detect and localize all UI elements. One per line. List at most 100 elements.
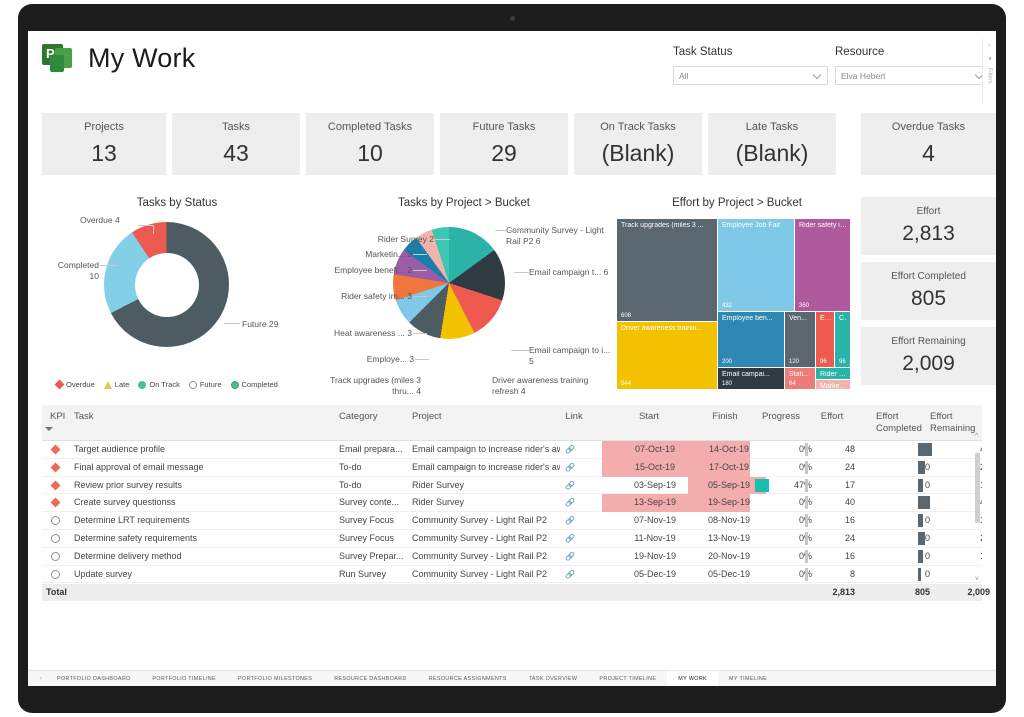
tasks-by-project-bucket-chart[interactable]: Tasks by Project > Bucket Community Surv…: [314, 197, 614, 397]
column-header-effort[interactable]: Effort: [809, 411, 855, 422]
cell-finish: 17-Oct-19: [700, 462, 758, 472]
scroll-up-arrow[interactable]: ^: [975, 433, 978, 440]
slicer-resource[interactable]: Resource Elva Hebert: [835, 46, 990, 85]
treemap-cell[interactable]: Employee ben...200: [718, 312, 784, 367]
scroll-down-arrow[interactable]: ˅: [975, 576, 979, 583]
slicer-resource-dropdown[interactable]: Elva Hebert: [835, 66, 990, 85]
sort-caret-icon[interactable]: [45, 427, 53, 431]
treemap-cell[interactable]: Track upgrades (miles 3 ...608: [617, 219, 717, 321]
cell-task: Update survey: [74, 569, 336, 579]
legend-item-late[interactable]: Late: [104, 380, 130, 389]
cell-project: Community Survey - Light Rail P2: [412, 569, 560, 579]
donut-ring[interactable]: [104, 222, 229, 347]
report-tab-task-overview[interactable]: TASK OVERVIEW: [518, 671, 589, 687]
report-tab-bar[interactable]: ‹ PORTFOLIO DASHBOARDPORTFOLIO TIMELINEP…: [28, 670, 996, 686]
report-tab-portfolio-dashboard[interactable]: PORTFOLIO DASHBOARD: [46, 671, 141, 687]
effort-by-project-bucket-chart[interactable]: Effort by Project > Bucket Track upgrade…: [617, 197, 857, 397]
treemap-grid[interactable]: Track upgrades (miles 3 ...608Driver awa…: [617, 219, 850, 389]
link-icon[interactable]: 🔗: [565, 445, 575, 454]
task-table[interactable]: KPITaskCategoryProjectLinkStartFinishPro…: [42, 405, 982, 601]
cell-project: Rider Survey: [412, 497, 560, 507]
column-header-effort-completed[interactable]: Effort Completed: [876, 411, 930, 435]
cell-start: 13-Sep-19: [624, 497, 686, 507]
cell-task: Determine safety requirements: [74, 533, 336, 543]
column-header-progress[interactable]: Progress: [750, 411, 812, 422]
treemap-cell-label: Rider Survey: [820, 371, 847, 378]
link-icon[interactable]: 🔗: [565, 552, 575, 561]
effort-card-effort[interactable]: Effort2,813: [861, 197, 996, 255]
link-icon[interactable]: 🔗: [565, 534, 575, 543]
report-tab-portfolio-milestones[interactable]: PORTFOLIO MILESTONES: [227, 671, 323, 687]
treemap-cell[interactable]: Employee Job Fair432: [718, 219, 794, 311]
pie-label-1: Email campaign t... 6: [529, 267, 609, 278]
treemap-cell[interactable]: Marketing ...: [816, 380, 850, 389]
link-icon[interactable]: 🔗: [565, 463, 575, 472]
report-tab-my-work[interactable]: MY WORK: [667, 671, 718, 687]
link-icon[interactable]: 🔗: [565, 570, 575, 579]
filters-pane-collapsed[interactable]: ‹ ◂ Filters: [982, 39, 996, 104]
column-header-start[interactable]: Start: [618, 411, 680, 422]
treemap-cell-value: 608: [621, 313, 631, 319]
effort-card-effort-remaining[interactable]: Effort Remaining2,009: [861, 327, 996, 385]
slicer-task-status-dropdown[interactable]: All: [673, 66, 828, 85]
kpi-card-late-tasks[interactable]: Late Tasks(Blank): [708, 113, 836, 175]
link-icon[interactable]: 🔗: [565, 481, 575, 490]
treemap-cell[interactable]: Driver awareness trainin...544: [617, 322, 717, 389]
scrollbar-thumb[interactable]: [975, 453, 980, 523]
legend-item-future[interactable]: Future: [189, 380, 222, 389]
column-header-finish[interactable]: Finish: [696, 411, 754, 422]
column-header-category[interactable]: Category: [339, 411, 409, 422]
table-row[interactable]: Target audience profileEmail prepara...E…: [42, 441, 982, 459]
kpi-overdue-icon: [51, 462, 61, 472]
table-row[interactable]: Final approval of email messageTo-doEmai…: [42, 459, 982, 477]
collapse-chevron-icon[interactable]: ‹: [989, 43, 991, 49]
tab-prev-arrow-icon[interactable]: ‹: [36, 676, 46, 682]
legend-label: Completed: [242, 380, 278, 389]
legend-item-completed[interactable]: Completed: [231, 380, 278, 389]
effort-card-effort-completed[interactable]: Effort Completed805: [861, 262, 996, 320]
treemap-cell[interactable]: Em...96: [816, 312, 834, 367]
table-row[interactable]: Determine safety requirementsSurvey Focu…: [42, 530, 982, 548]
treemap-cell[interactable]: Co...96: [835, 312, 850, 367]
legend-item-overdue[interactable]: Overdue: [56, 380, 95, 389]
slicer-task-status[interactable]: Task Status All: [673, 46, 828, 85]
table-scrollbar[interactable]: ^ ˅: [975, 443, 980, 573]
column-header-task[interactable]: Task: [74, 411, 274, 422]
report-tab-portfolio-timeline[interactable]: PORTFOLIO TIMELINE: [141, 671, 227, 687]
link-icon[interactable]: 🔗: [565, 516, 575, 525]
treemap-cell[interactable]: Rider safety im...360: [795, 219, 850, 311]
cell-start: 19-Nov-19: [624, 551, 686, 561]
column-header-project[interactable]: Project: [412, 411, 512, 422]
column-header-effort-remaining[interactable]: Effort Remaining: [930, 411, 988, 435]
table-row[interactable]: Determine LRT requirementsSurvey FocusCo…: [42, 512, 982, 530]
kpi-card-completed-tasks[interactable]: Completed Tasks10: [306, 113, 434, 175]
total-label: Total: [46, 587, 106, 597]
report-tab-resource-dashboard[interactable]: RESOURCE DASHBOARD: [323, 671, 418, 687]
table-row[interactable]: Update surveyRun SurveyCommunity Survey …: [42, 566, 982, 584]
kpi-card-title: Completed Tasks: [328, 121, 412, 133]
treemap-cell[interactable]: Rider Survey: [816, 368, 850, 379]
kpi-card-future-tasks[interactable]: Future Tasks29: [440, 113, 568, 175]
kpi-card-overdue-tasks[interactable]: Overdue Tasks4: [861, 113, 996, 175]
legend-item-on-track[interactable]: On Track: [138, 380, 179, 389]
cell-project: Community Survey - Light Rail P2: [412, 533, 560, 543]
filter-funnel-icon[interactable]: ◂: [988, 55, 991, 62]
table-row[interactable]: Determine delivery methodSurvey Prepar..…: [42, 548, 982, 566]
treemap-cell-value: 544: [621, 381, 631, 387]
table-body[interactable]: Target audience profileEmail prepara...E…: [42, 441, 982, 584]
report-tab-project-timeline[interactable]: PROJECT TIMELINE: [588, 671, 667, 687]
treemap-cell[interactable]: Email campai...180: [718, 368, 784, 389]
table-row[interactable]: Review prior survey resultsTo-doRider Su…: [42, 477, 982, 495]
report-tab-resource-assignments[interactable]: RESOURCE ASSIGNMENTS: [418, 671, 518, 687]
treemap-cell[interactable]: Stati...64: [785, 368, 815, 389]
link-icon[interactable]: 🔗: [565, 498, 575, 507]
kpi-card-on-track-tasks[interactable]: On Track Tasks(Blank): [574, 113, 702, 175]
column-header-link[interactable]: Link: [557, 411, 591, 422]
cell-task: Final approval of email message: [74, 462, 336, 472]
treemap-cell[interactable]: Ven...120: [785, 312, 815, 367]
report-tab-my-timeline[interactable]: MY TIMELINE: [718, 671, 778, 687]
kpi-card-projects[interactable]: Projects13: [42, 113, 166, 175]
kpi-card-tasks[interactable]: Tasks43: [172, 113, 300, 175]
tasks-by-status-chart[interactable]: Tasks by Status Overdue 4 Completed10 Fu…: [42, 197, 312, 397]
table-row[interactable]: Create survey questionssSurvey conte...R…: [42, 494, 982, 512]
